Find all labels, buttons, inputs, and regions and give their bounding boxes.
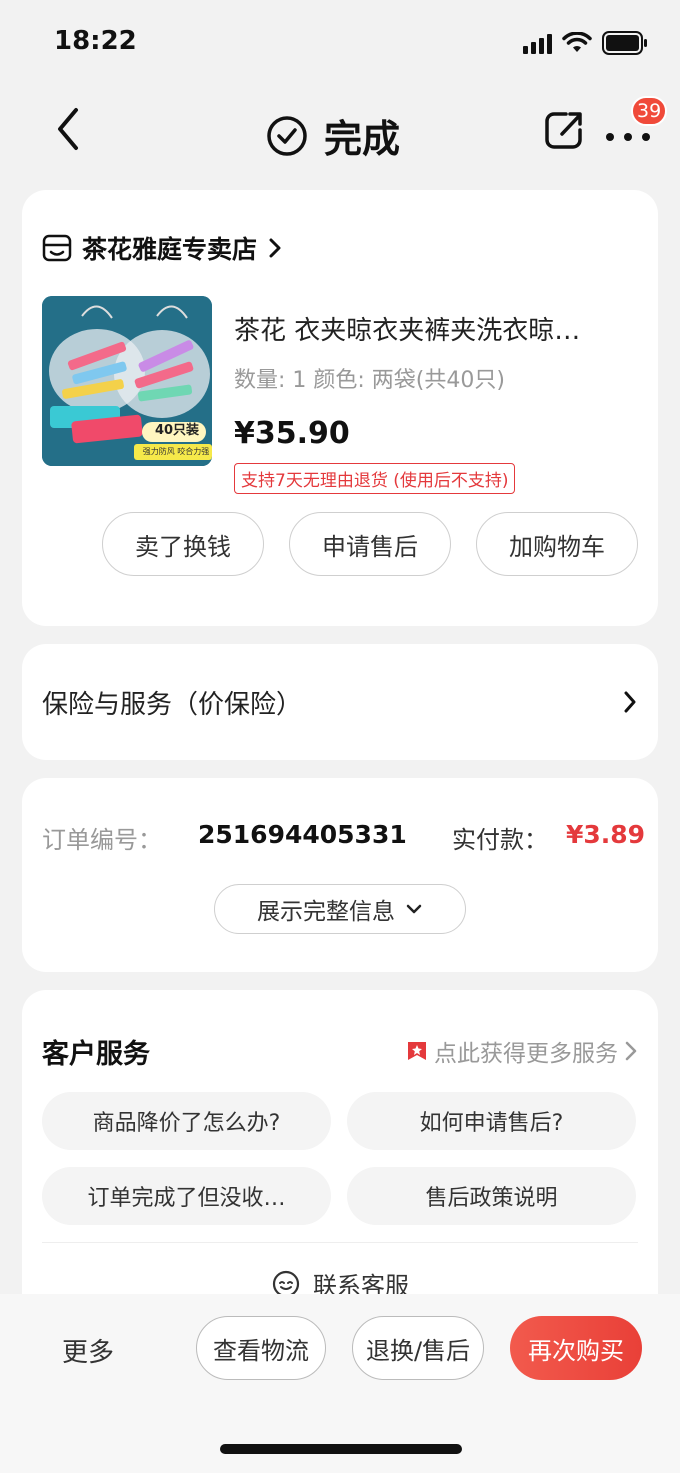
product-image[interactable] <box>42 296 212 466</box>
more-menu-button[interactable]: 更多 <box>62 1332 114 1369</box>
page-title: 完成 <box>266 108 400 163</box>
check-circle-icon <box>267 115 307 156</box>
product-image-badge: 40只装 <box>154 423 200 438</box>
product-spec: 数量: 1 颜色: 两袋(共40只) <box>234 368 505 393</box>
more-services-label: 点此获得更多服务 <box>434 1041 618 1067</box>
after-sale-request-button[interactable]: 申请售后 <box>289 512 451 576</box>
page-title-text: 完成 <box>324 117 401 161</box>
product-image-caption: 强力防风 咬合力强 <box>142 447 210 456</box>
product-title[interactable]: 茶花 衣夹晾衣夹裤夹洗衣晾… <box>234 310 634 347</box>
product-price: ¥35.90 <box>234 416 350 451</box>
insurance-service-row[interactable]: 保险与服务（价保险） <box>22 644 658 760</box>
status-bar: 18:22 <box>0 0 680 86</box>
paid-amount-label: 实付款： <box>452 826 548 854</box>
return-after-sale-button[interactable]: 退换/售后 <box>352 1316 484 1380</box>
signal-icon <box>523 32 552 54</box>
return-policy-tag: 支持7天无理由退货 (使用后不支持) <box>234 463 516 494</box>
back-icon[interactable] <box>48 104 88 154</box>
view-logistics-button[interactable]: 查看物流 <box>196 1316 326 1380</box>
battery-icon <box>602 31 648 55</box>
shop-icon <box>42 234 72 262</box>
status-icons <box>523 30 648 56</box>
nav-bar: 完成 <box>0 86 680 178</box>
divider <box>42 1242 638 1243</box>
shop-link[interactable]: 茶花雅庭专卖店 <box>42 230 283 266</box>
paid-amount: ¥3.89 <box>566 820 646 849</box>
add-to-cart-button[interactable]: 加购物车 <box>476 512 638 576</box>
share-icon[interactable] <box>542 108 586 152</box>
chevron-right-icon <box>624 691 636 713</box>
status-time: 18:22 <box>54 26 137 56</box>
faq-price-drop[interactable]: 商品降价了怎么办? <box>42 1092 331 1150</box>
product-card: 茶花雅庭专卖店 40只装 强力防风 咬合力强 茶花 衣夹晾衣夹裤夹洗衣晾… 数量… <box>22 190 658 626</box>
customer-service-title: 客户服务 <box>42 1039 150 1070</box>
home-indicator[interactable] <box>220 1444 462 1454</box>
show-full-info-label: 展示完整信息 <box>257 899 395 925</box>
bottom-action-bar: 更多 查看物流 退换/售后 再次购买 <box>0 1294 680 1473</box>
buy-again-button[interactable]: 再次购买 <box>510 1316 642 1380</box>
notification-badge: 39 <box>631 96 668 126</box>
order-info-card: 订单编号： 251694405331 实付款： ¥3.89 展示完整信息 <box>22 778 658 972</box>
insurance-label: 保险与服务（价保险） <box>42 690 303 720</box>
faq-order-not-received[interactable]: 订单完成了但没收… <box>42 1167 331 1225</box>
shop-name: 茶花雅庭专卖店 <box>82 235 258 264</box>
chevron-right-icon <box>625 1041 637 1061</box>
chevron-right-icon <box>269 238 281 258</box>
faq-after-sale-policy[interactable]: 售后政策说明 <box>347 1167 636 1225</box>
faq-how-after-sale[interactable]: 如何申请售后? <box>347 1092 636 1150</box>
order-number[interactable]: 251694405331 <box>198 820 407 849</box>
show-full-info-button[interactable]: 展示完整信息 <box>214 884 466 934</box>
chevron-down-icon <box>406 904 422 914</box>
wifi-icon <box>562 32 592 54</box>
order-number-label: 订单编号： <box>42 826 162 854</box>
more-services-link[interactable]: 点此获得更多服务 <box>406 1034 638 1068</box>
ribbon-star-icon <box>408 1042 426 1060</box>
sell-button[interactable]: 卖了换钱 <box>102 512 264 576</box>
